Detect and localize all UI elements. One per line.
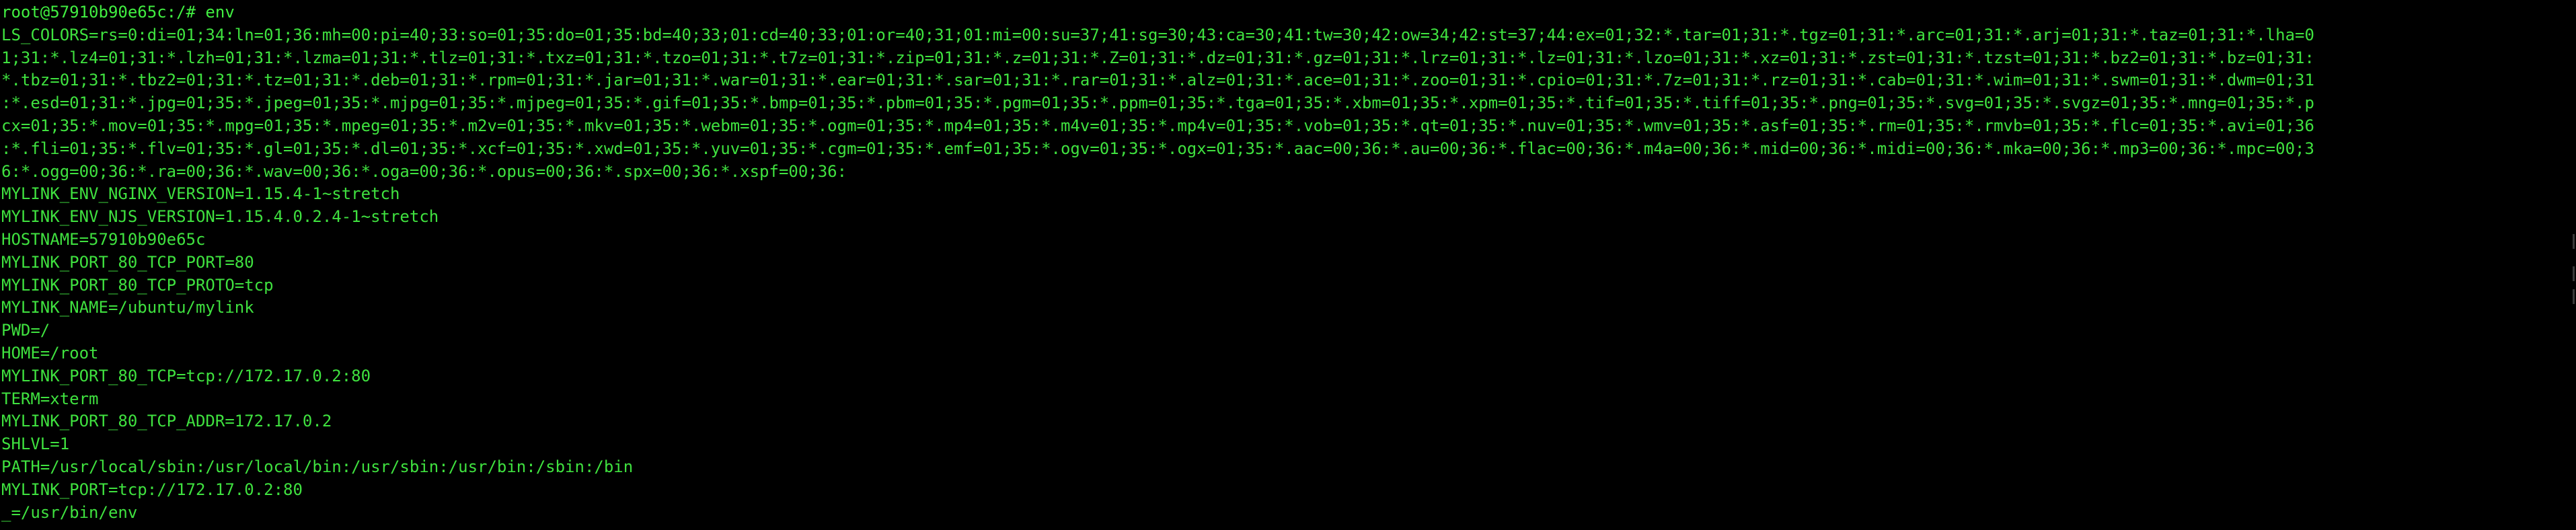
env-variable-line: PATH=/usr/local/sbin:/usr/local/bin:/usr… xyxy=(1,457,634,476)
ls-colors-line: *.tbz=01;31:*.tbz2=01;31:*.tz=01;31:*.de… xyxy=(1,71,2314,90)
env-variable-line: MYLINK_ENV_NGINX_VERSION=1.15.4-1~stretc… xyxy=(1,184,400,204)
env-variable-line: TERM=xterm xyxy=(1,389,99,408)
ls-colors-line: 1;31:*.lz4=01;31:*.lzh=01;31:*.lzma=01;3… xyxy=(1,48,2314,67)
env-variable-line: MYLINK_PORT=tcp://172.17.0.2:80 xyxy=(1,480,303,499)
env-variable-line: MYLINK_PORT_80_TCP_PROTO=tcp xyxy=(1,275,274,295)
ls-colors-line: LS_COLORS=rs=0:di=01;34:ln=01;36:mh=00:p… xyxy=(1,25,2314,44)
ls-colors-line: cx=01;35:*.mov=01;35:*.mpg=01;35:*.mpeg=… xyxy=(1,116,2314,135)
ls-colors-line: :*.fli=01;35:*.flv=01;35:*.gl=01;35:*.dl… xyxy=(1,139,2314,158)
env-variable-line: PWD=/ xyxy=(1,321,50,340)
line-marker xyxy=(2573,266,2575,281)
ls-colors-line: 6:*.ogg=00;36:*.ra=00;36:*.wav=00;36:*.o… xyxy=(1,161,847,181)
env-variable-line: HOME=/root xyxy=(1,343,99,363)
env-variable-line: MYLINK_PORT_80_TCP_ADDR=172.17.0.2 xyxy=(1,412,332,431)
ls-colors-output: LS_COLORS=rs=0:di=01;34:ln=01;36:mh=00:p… xyxy=(1,24,2576,184)
env-variable-line: MYLINK_ENV_NJS_VERSION=1.15.4.0.2.4-1~st… xyxy=(1,207,439,227)
ls-colors-line: :*.esd=01;31:*.jpg=01;35:*.jpeg=01;35:*.… xyxy=(1,93,2314,113)
env-output: MYLINK_ENV_NGINX_VERSION=1.15.4-1~stretc… xyxy=(1,183,2576,524)
env-variable-line: SHLVL=1 xyxy=(1,434,70,454)
command-prompt-line: root@57910b90e65c:/# env xyxy=(1,3,235,22)
terminal-window[interactable]: root@57910b90e65c:/# env LS_COLORS=rs=0:… xyxy=(0,0,2576,530)
line-marker xyxy=(2573,234,2575,249)
env-variable-line: MYLINK_PORT_80_TCP=tcp://172.17.0.2:80 xyxy=(1,366,371,385)
env-variable-line: MYLINK_PORT_80_TCP_PORT=80 xyxy=(1,252,254,272)
env-variable-line: HOSTNAME=57910b90e65c xyxy=(1,229,206,249)
env-variable-line: MYLINK_NAME=/ubuntu/mylink xyxy=(1,298,254,317)
line-marker xyxy=(2573,289,2575,304)
env-variable-line: _=/usr/bin/env xyxy=(1,502,138,522)
